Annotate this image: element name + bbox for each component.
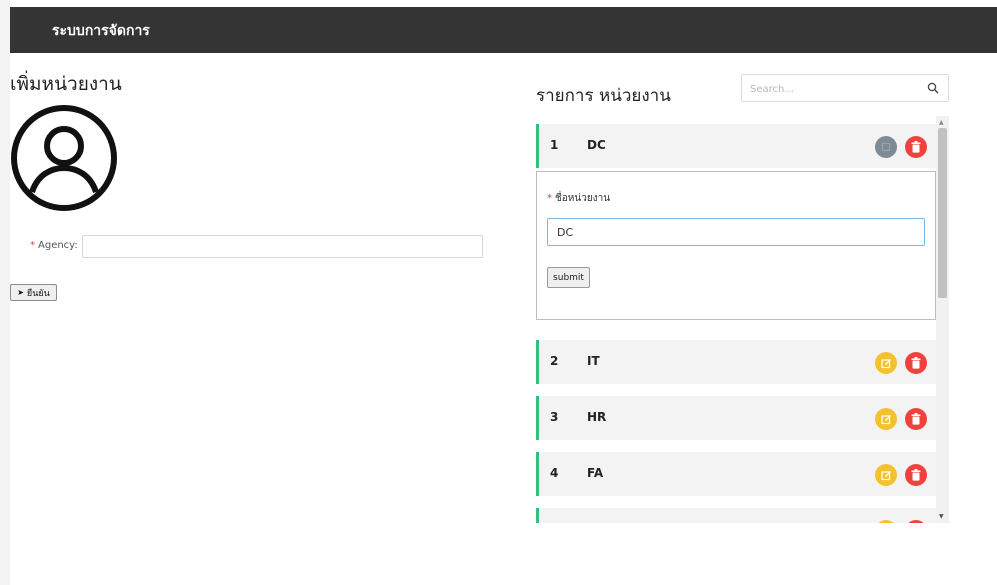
add-agency-title: เพิ่มหน่วยงาน <box>10 73 122 95</box>
play-arrow-icon: ➤ <box>17 287 24 297</box>
row-name: FA <box>587 466 604 480</box>
edit-button[interactable] <box>875 408 897 430</box>
scroll-down-arrow-icon[interactable]: ▼ <box>939 513 944 520</box>
trash-icon <box>911 357 921 369</box>
required-marker: * <box>547 193 552 204</box>
row-number: 4 <box>550 466 559 480</box>
agency-label: * Agency: <box>30 240 78 251</box>
confirm-button[interactable]: ➤ ยืนยัน <box>10 284 57 301</box>
row-number: 2 <box>550 354 559 368</box>
row-name: DC <box>587 138 606 152</box>
edit-button[interactable] <box>875 136 897 158</box>
scroll-thumb[interactable] <box>938 128 947 298</box>
row-name: IT <box>587 354 600 368</box>
edit-button[interactable] <box>875 352 897 374</box>
table-row[interactable]: 2 IT <box>536 340 936 384</box>
submit-button[interactable]: submit <box>547 267 590 288</box>
edit-icon <box>880 414 891 424</box>
navbar-brand[interactable]: ระบบการจัดการ <box>52 20 150 42</box>
row-name: HR <box>587 410 607 424</box>
agency-input[interactable] <box>82 235 483 258</box>
search-icon[interactable] <box>927 82 939 94</box>
edit-agency-form: *ชื่อหน่วยงาน submit <box>536 171 936 320</box>
left-edge-strip <box>0 0 10 585</box>
row-number: 1 <box>550 138 559 152</box>
required-marker: * <box>30 240 35 251</box>
trash-icon <box>911 141 921 153</box>
table-row[interactable]: 3 HR <box>536 396 936 440</box>
trash-icon <box>911 413 921 425</box>
agency-name-input[interactable] <box>547 218 925 246</box>
edit-icon <box>882 143 890 151</box>
agency-list-title: รายการ หน่วยงาน <box>536 86 671 106</box>
row-number: 3 <box>550 410 559 424</box>
edit-icon <box>880 470 891 480</box>
top-navbar: ระบบการจัดการ <box>10 7 997 53</box>
agency-name-label: * ชื่อหน่วยงาน <box>547 193 611 204</box>
user-avatar-icon <box>11 105 117 211</box>
agency-list: 1 DC *ชื่อหน่วยงาน submit 2 IT <box>536 116 936 523</box>
edit-button[interactable] <box>875 464 897 486</box>
search-box <box>741 74 949 102</box>
edit-button[interactable] <box>875 520 897 523</box>
trash-icon <box>911 469 921 481</box>
table-row[interactable] <box>536 508 936 523</box>
search-input[interactable] <box>750 81 920 97</box>
scroll-up-arrow-icon[interactable]: ▲ <box>939 119 944 126</box>
table-row[interactable]: 4 FA <box>536 452 936 496</box>
list-scrollbar[interactable]: ▲ ▼ <box>936 116 949 523</box>
edit-icon <box>880 358 891 368</box>
table-row[interactable]: 1 DC <box>536 124 936 168</box>
delete-button[interactable] <box>905 520 927 523</box>
delete-button[interactable] <box>905 464 927 486</box>
delete-button[interactable] <box>905 136 927 158</box>
delete-button[interactable] <box>905 352 927 374</box>
delete-button[interactable] <box>905 408 927 430</box>
